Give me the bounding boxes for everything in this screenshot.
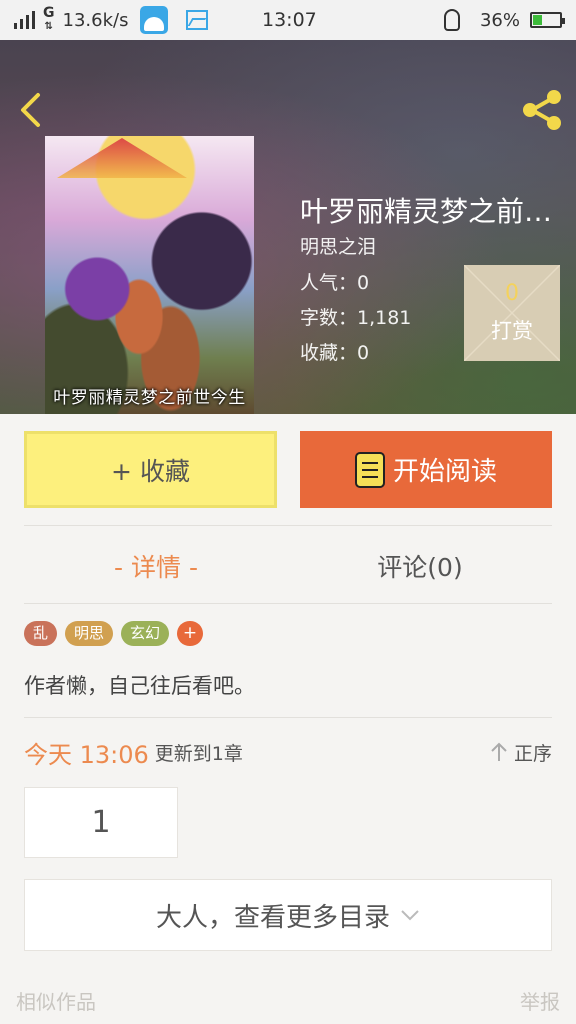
tab-details[interactable]: - 详情 - (24, 548, 288, 588)
book-popularity: 人气：0 (300, 272, 370, 294)
divider (24, 525, 552, 526)
similar-works-label: 相似作品 (16, 990, 96, 1014)
chevron-down-icon (401, 910, 419, 921)
book-icon (354, 451, 385, 488)
update-info: 今天 13:06 更新到1章 正序 (24, 735, 552, 769)
status-left: G ⇅ 13.6k/s (14, 0, 209, 40)
status-bar: G ⇅ 13.6k/s 13:07 36% (0, 0, 576, 40)
signal-icon (14, 11, 35, 29)
sort-label: 正序 (513, 742, 552, 765)
cover-art (57, 138, 187, 178)
bulb-icon (443, 9, 460, 31)
chapter-item[interactable]: 1 (24, 787, 178, 858)
battery-icon (530, 12, 565, 28)
book-header: 叶罗丽精灵梦之前世今生 叶罗丽精灵梦之前… 明思之泪 人气：0 字数：1,181… (0, 40, 576, 414)
network-type-icon: G ⇅ (43, 5, 55, 32)
chevron-left-icon (21, 93, 40, 127)
book-title: 叶罗丽精灵梦之前… (300, 195, 553, 228)
reward-label: 打赏 (491, 319, 533, 343)
clock: 13:07 (262, 9, 317, 31)
tag[interactable]: 玄幻 (121, 621, 170, 646)
divider (24, 717, 552, 718)
book-cover[interactable]: 叶罗丽精灵梦之前世今生 (45, 136, 254, 414)
more-toc-button[interactable]: 大人，查看更多目录 (24, 879, 552, 951)
reward-count: 0 (505, 281, 519, 306)
add-tag-button[interactable]: + (177, 621, 204, 646)
tab-comments[interactable]: 评论(0) (288, 548, 552, 588)
report-link[interactable]: 举报 (520, 986, 560, 1015)
tag-list: 乱 明思 玄幻 + (24, 621, 204, 646)
tag[interactable]: 乱 (24, 621, 58, 646)
sort-order-button[interactable]: 正序 (490, 735, 552, 769)
battery-percent: 36% (479, 9, 520, 31)
app-notification-icon (140, 6, 169, 34)
more-toc-label: 大人，查看更多目录 (155, 902, 390, 933)
start-reading-button[interactable]: 开始阅读 (300, 431, 552, 508)
book-word-count: 字数：1,181 (300, 307, 412, 329)
arrow-up-icon (491, 742, 507, 761)
cover-caption: 叶罗丽精灵梦之前世今生 (53, 388, 246, 408)
add-to-favorites-button[interactable]: + 收藏 (24, 431, 277, 508)
divider (24, 603, 552, 604)
book-favorites: 收藏：0 (300, 342, 370, 364)
reward-button[interactable]: 0 打赏 (464, 265, 560, 361)
image-notification-icon (186, 10, 209, 30)
share-button[interactable] (520, 88, 564, 132)
book-author[interactable]: 明思之泪 (300, 232, 376, 259)
read-label: 开始阅读 (392, 457, 497, 487)
status-right: 36% (443, 0, 565, 40)
tag[interactable]: 明思 (65, 621, 114, 646)
book-description: 作者懒，自己往后看吧。 (24, 674, 255, 698)
favorite-label: + 收藏 (111, 456, 190, 486)
envelope-icon (464, 265, 560, 361)
update-time: 今天 13:06 (24, 740, 149, 769)
network-speed: 13.6k/s (62, 9, 129, 31)
update-text: 更新到1章 (154, 742, 243, 765)
back-button[interactable] (16, 92, 46, 128)
share-icon (523, 90, 561, 130)
